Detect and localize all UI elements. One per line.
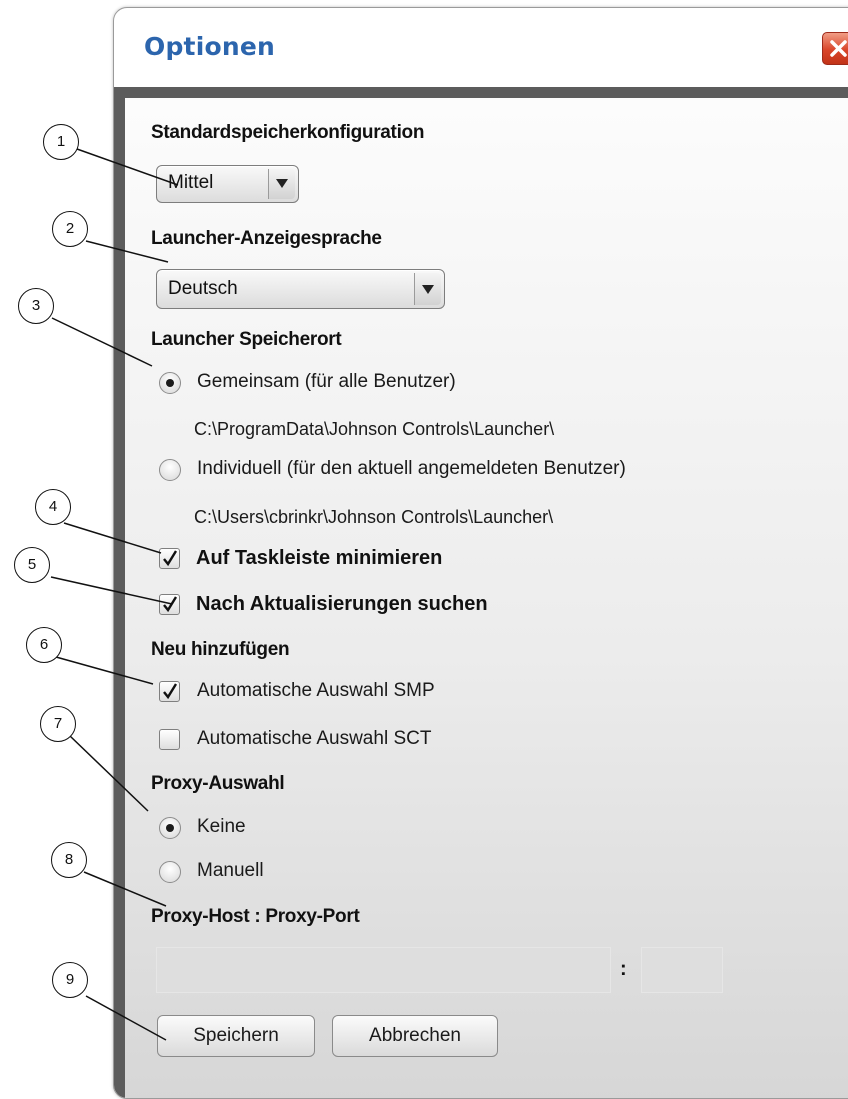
callout-7: 7 [40, 706, 76, 742]
callout-2: 2 [52, 211, 88, 247]
callout-5: 5 [14, 547, 50, 583]
leader-line-1 [76, 148, 179, 186]
leader-line-5 [50, 576, 173, 605]
leader-line-9 [85, 995, 167, 1041]
leader-line-4 [63, 522, 162, 554]
leader-line-3 [51, 317, 153, 367]
callout-1: 1 [43, 124, 79, 160]
callout-6: 6 [26, 627, 62, 663]
callout-3: 3 [18, 288, 54, 324]
callout-8: 8 [51, 842, 87, 878]
callout-9: 9 [52, 962, 88, 998]
leader-line-7 [69, 735, 149, 812]
leader-line-6 [55, 656, 154, 685]
callout-leader-lines [50, 148, 179, 1041]
leader-line-8 [83, 871, 167, 907]
leader-line-2 [85, 240, 169, 263]
callout-4: 4 [35, 489, 71, 525]
